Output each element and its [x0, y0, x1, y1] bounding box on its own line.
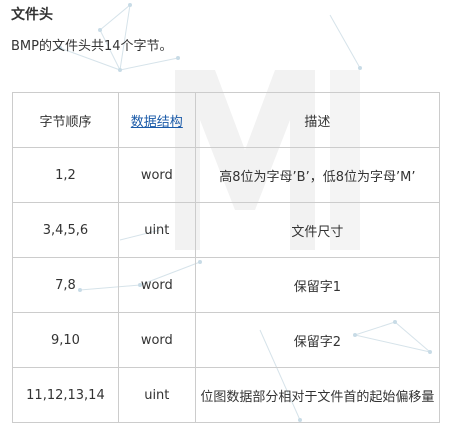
table-row: 7,8 word 保留字1: [12, 257, 441, 313]
bmp-file-header-table: 字节顺序 数据结构 描述 1,2 word 高8位为字母’B’，低8位为字母’M…: [12, 92, 441, 423]
table-row: 3,4,5,6 uint 文件尺寸: [12, 202, 441, 258]
cell-data-structure: word: [117, 147, 196, 203]
cell-data-structure: word: [117, 312, 196, 368]
table-header-row: 字节顺序 数据结构 描述: [12, 92, 441, 148]
table-row: 11,12,13,14 uint 位图数据部分相对于文件首的起始偏移量: [12, 367, 441, 423]
section-title: 文件头: [11, 7, 53, 23]
section-description: BMP的文件头共14个字节。: [11, 39, 173, 54]
cell-byte-order: 7,8: [12, 257, 119, 313]
table-row: 1,2 word 高8位为字母’B’，低8位为字母’M’: [12, 147, 441, 203]
cell-description: 文件尺寸: [194, 202, 441, 258]
cell-byte-order: 9,10: [12, 312, 119, 368]
cell-description: 位图数据部分相对于文件首的起始偏移量: [194, 367, 441, 423]
cell-byte-order: 11,12,13,14: [12, 367, 119, 423]
cell-data-structure: uint: [117, 367, 196, 423]
cell-description: 高8位为字母’B’，低8位为字母’M’: [194, 147, 441, 203]
table-row: 9,10 word 保留字2: [12, 312, 441, 368]
cell-description: 保留字2: [194, 312, 441, 368]
cell-data-structure: uint: [117, 202, 196, 258]
column-header-byte-order: 字节顺序: [12, 92, 119, 148]
cell-byte-order: 3,4,5,6: [12, 202, 119, 258]
column-header-description: 描述: [194, 92, 441, 148]
data-structure-link[interactable]: 数据结构: [131, 115, 183, 130]
cell-data-structure: word: [117, 257, 196, 313]
column-header-data-structure: 数据结构: [117, 92, 196, 148]
cell-byte-order: 1,2: [12, 147, 119, 203]
cell-description: 保留字1: [194, 257, 441, 313]
